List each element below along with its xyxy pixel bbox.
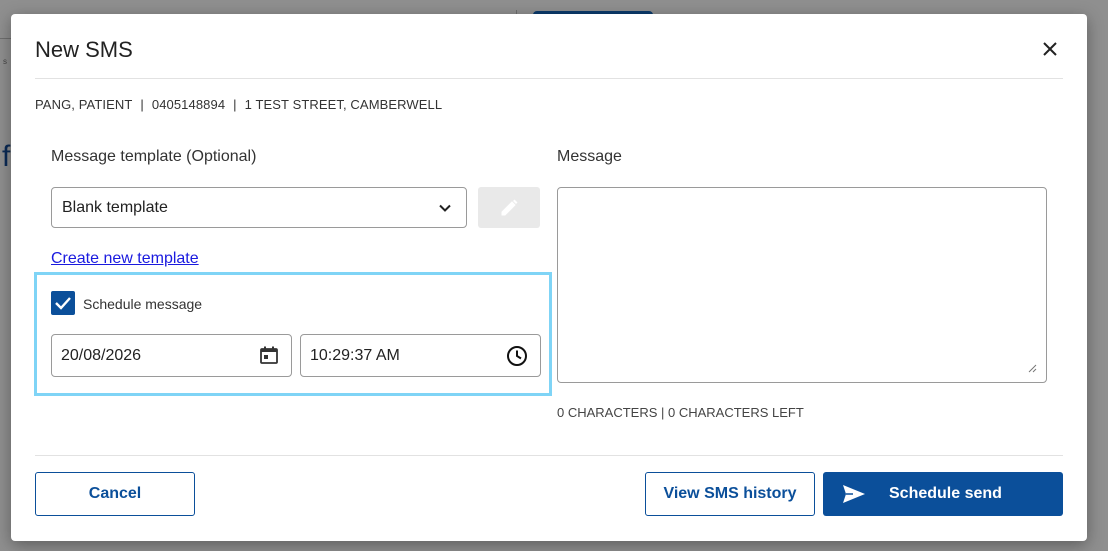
chevron-down-icon xyxy=(439,204,451,212)
divider xyxy=(35,455,1063,456)
checkmark-icon xyxy=(55,297,71,310)
separator: | xyxy=(140,97,144,112)
edit-template-button[interactable] xyxy=(478,187,540,228)
message-label: Message xyxy=(557,148,622,165)
schedule-checkbox[interactable] xyxy=(51,291,75,315)
schedule-send-label: Schedule send xyxy=(889,485,1002,502)
schedule-label: Schedule message xyxy=(83,296,203,312)
background-text: f xyxy=(2,140,11,173)
divider xyxy=(35,78,1063,79)
patient-phone: 0405148894 xyxy=(151,97,226,112)
schedule-send-button[interactable]: Schedule send xyxy=(823,472,1063,516)
template-select[interactable]: Blank template xyxy=(51,187,467,228)
calendar-icon[interactable] xyxy=(259,345,279,365)
template-selected-value: Blank template xyxy=(62,199,168,216)
send-icon xyxy=(843,485,865,503)
character-counter: 0 CHARACTERS | 0 CHARACTERS LEFT xyxy=(557,405,804,420)
patient-info: PANG, PATIENT | 0405148894 | 1 TEST STREET, … xyxy=(35,97,442,112)
view-sms-history-button[interactable]: View SMS history xyxy=(645,472,815,516)
date-value: 20/08/2026 xyxy=(61,347,142,364)
pencil-icon xyxy=(501,199,518,216)
template-label: Message template (Optional) xyxy=(51,148,257,165)
time-value: 10:29:37 AM xyxy=(310,347,400,364)
clock-icon[interactable] xyxy=(506,345,528,367)
close-icon[interactable] xyxy=(1039,38,1061,60)
separator: | xyxy=(233,97,237,112)
time-input[interactable]: 10:29:37 AM xyxy=(300,334,541,377)
new-sms-dialog: New SMS PANG, PATIENT | 0405148894 | 1 TEST … xyxy=(11,14,1087,541)
background-text-small: s xyxy=(3,57,7,66)
date-input[interactable]: 20/08/2026 xyxy=(51,334,292,377)
message-textarea[interactable] xyxy=(557,187,1047,383)
patient-name: PANG, PATIENT xyxy=(35,97,133,112)
dialog-title: New SMS xyxy=(35,37,133,62)
resize-grip-icon[interactable] xyxy=(1027,363,1037,373)
cancel-button[interactable]: Cancel xyxy=(35,472,195,516)
patient-address: 1 TEST STREET, CAMBERWELL xyxy=(244,97,443,112)
create-template-link[interactable]: Create new template xyxy=(51,250,199,268)
